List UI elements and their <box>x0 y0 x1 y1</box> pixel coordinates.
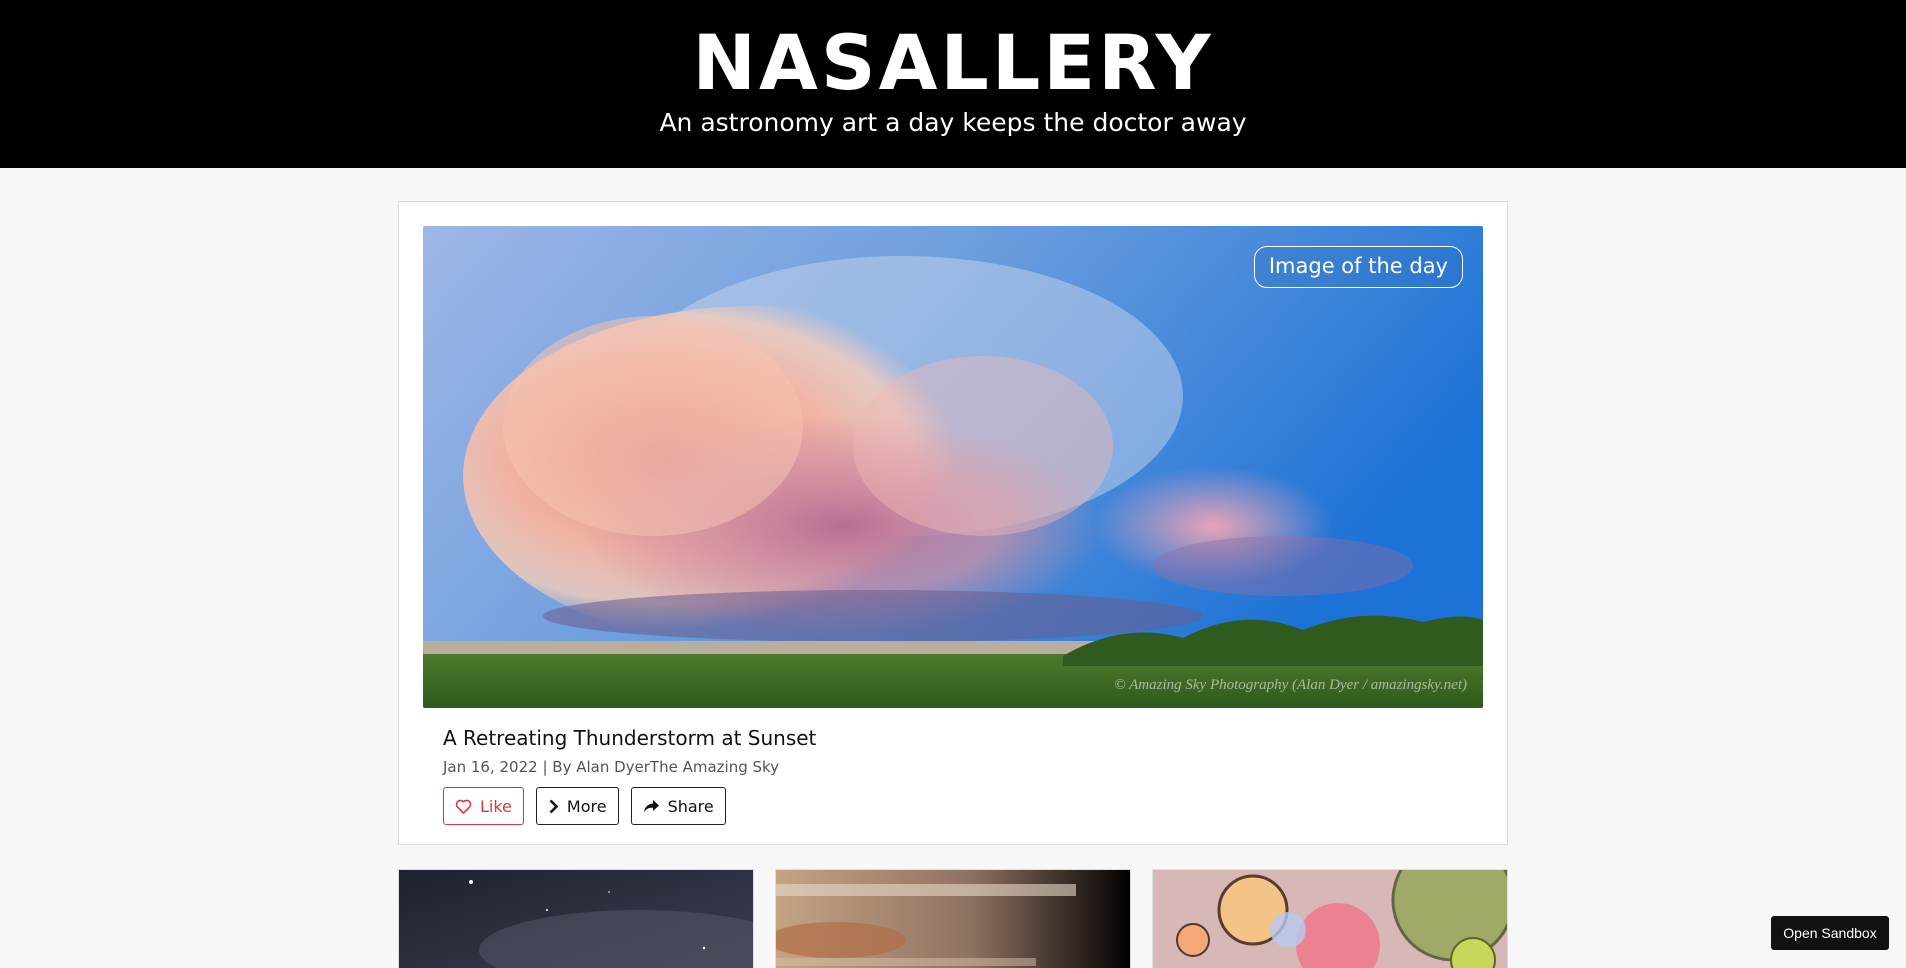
more-label: More <box>566 796 607 816</box>
share-label: Share <box>667 796 714 816</box>
open-sandbox-button[interactable]: Open Sandbox <box>1771 916 1889 950</box>
gallery-thumb-milky-way[interactable] <box>398 869 754 968</box>
chevron-right-icon <box>548 799 559 814</box>
featured-card: Image of the day © Amazing Sky Photograp… <box>398 201 1508 845</box>
bubbles-thumbnail <box>1153 870 1507 968</box>
thunderstorm-photo <box>423 226 1483 708</box>
site-header: NASALLERY An astronomy art a day keeps t… <box>0 0 1906 168</box>
more-button[interactable]: More <box>535 787 619 825</box>
site-title: NASALLERY <box>692 18 1214 107</box>
photo-credit-watermark: © Amazing Sky Photography (Alan Dyer / a… <box>1114 677 1467 693</box>
card-meta: Jan 16, 2022 | By Alan DyerThe Amazing S… <box>443 758 780 776</box>
milky-way-thumbnail <box>399 870 753 968</box>
like-button[interactable]: Like <box>443 787 524 825</box>
like-label: Like <box>480 796 512 816</box>
featured-image[interactable]: Image of the day © Amazing Sky Photograp… <box>423 226 1483 708</box>
site-tagline: An astronomy art a day keeps the doctor … <box>659 108 1247 137</box>
gallery-thumb-bubbles[interactable] <box>1152 869 1508 968</box>
image-of-the-day-badge: Image of the day <box>1253 246 1463 288</box>
jupiter-thumbnail <box>776 870 1130 968</box>
share-button[interactable]: Share <box>630 787 726 825</box>
heart-icon <box>455 798 472 814</box>
gallery-thumb-jupiter[interactable] <box>775 869 1131 968</box>
card-title: A Retreating Thunderstorm at Sunset <box>443 726 817 750</box>
share-icon <box>643 799 660 814</box>
card-actions: Like More Share <box>443 787 726 825</box>
